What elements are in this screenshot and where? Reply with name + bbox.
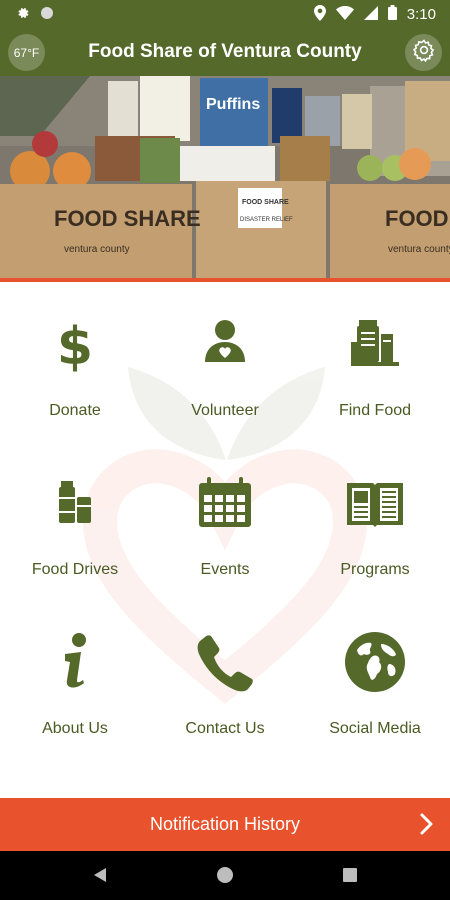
social-media-label: Social Media	[329, 720, 421, 737]
settings-button[interactable]	[405, 34, 442, 71]
calendar-icon	[193, 471, 257, 535]
volunteer-tile[interactable]: Volunteer	[150, 282, 300, 442]
events-label: Events	[200, 561, 250, 578]
hero-box-text-2: ventura county	[64, 244, 130, 255]
notification-history-button[interactable]: Notification History	[0, 798, 450, 851]
battery-icon	[387, 5, 397, 23]
status-bar: 3:10	[0, 0, 450, 28]
find-food-tile[interactable]: Find Food	[300, 282, 450, 442]
volunteer-icon	[193, 312, 257, 376]
notification-history-label: Notification History	[149, 814, 301, 834]
hero-box-text-6: ventura county	[388, 244, 450, 255]
hero-box-text-5: FOOD SHARE	[385, 206, 450, 231]
programs-label: Programs	[340, 561, 410, 578]
phone-icon	[193, 630, 257, 694]
gear-icon	[412, 38, 436, 67]
contact-us-label: Contact Us	[185, 720, 265, 737]
weather-badge[interactable]: 67°F	[8, 34, 45, 71]
hero-box-text-3: FOOD SHARE	[242, 199, 289, 206]
events-tile[interactable]: Events	[150, 441, 300, 601]
globe-icon	[343, 630, 407, 694]
volunteer-label: Volunteer	[191, 402, 259, 419]
food-drives-label: Food Drives	[31, 561, 119, 578]
system-nav-bar	[0, 851, 450, 900]
about-us-label: About Us	[42, 720, 108, 737]
info-icon	[43, 630, 107, 694]
contact-us-tile[interactable]: Contact Us	[150, 600, 300, 760]
back-icon[interactable]	[88, 863, 112, 887]
find-food-label: Find Food	[338, 402, 412, 419]
app-bar: 67°F Food Share of Ventura County	[0, 28, 450, 76]
menu-grid: $ Donate Volunteer Find Food Food Drives…	[0, 282, 450, 798]
donate-tile[interactable]: $ Donate	[0, 282, 150, 442]
food-cans-icon	[43, 471, 107, 535]
social-media-tile[interactable]: Social Media	[300, 600, 450, 760]
settings-small-icon	[16, 6, 30, 23]
pantry-icon	[343, 312, 407, 376]
circle-icon	[40, 6, 54, 23]
signal-icon	[363, 5, 378, 23]
donate-label: Donate	[49, 402, 101, 419]
dollar-icon: $	[43, 312, 107, 376]
wifi-icon	[335, 5, 354, 23]
recents-icon[interactable]	[338, 863, 362, 887]
food-drives-tile[interactable]: Food Drives	[0, 441, 150, 601]
location-icon	[313, 4, 326, 24]
hero-box-text-4: DISASTER RELIEF	[240, 217, 293, 223]
app-title: Food Share of Ventura County	[88, 41, 362, 62]
chevron-right-icon	[414, 812, 438, 836]
about-us-tile[interactable]: About Us	[0, 600, 150, 760]
programs-tile[interactable]: Programs	[300, 441, 450, 601]
menu-area: $ Donate Volunteer Find Food Food Drives…	[0, 282, 450, 798]
hero-product-text: Puffins	[206, 96, 260, 113]
hero-box-text-1: FOOD SHARE	[54, 206, 201, 231]
home-icon[interactable]	[213, 863, 237, 887]
open-book-icon	[343, 471, 407, 535]
hero-image: Puffins FOOD SHARE ventura county FOOD S…	[0, 76, 450, 278]
status-time: 3:10	[406, 5, 436, 23]
hero-illustration: Puffins FOOD SHARE ventura county FOOD S…	[0, 76, 450, 278]
svg-text:$: $	[57, 317, 93, 376]
